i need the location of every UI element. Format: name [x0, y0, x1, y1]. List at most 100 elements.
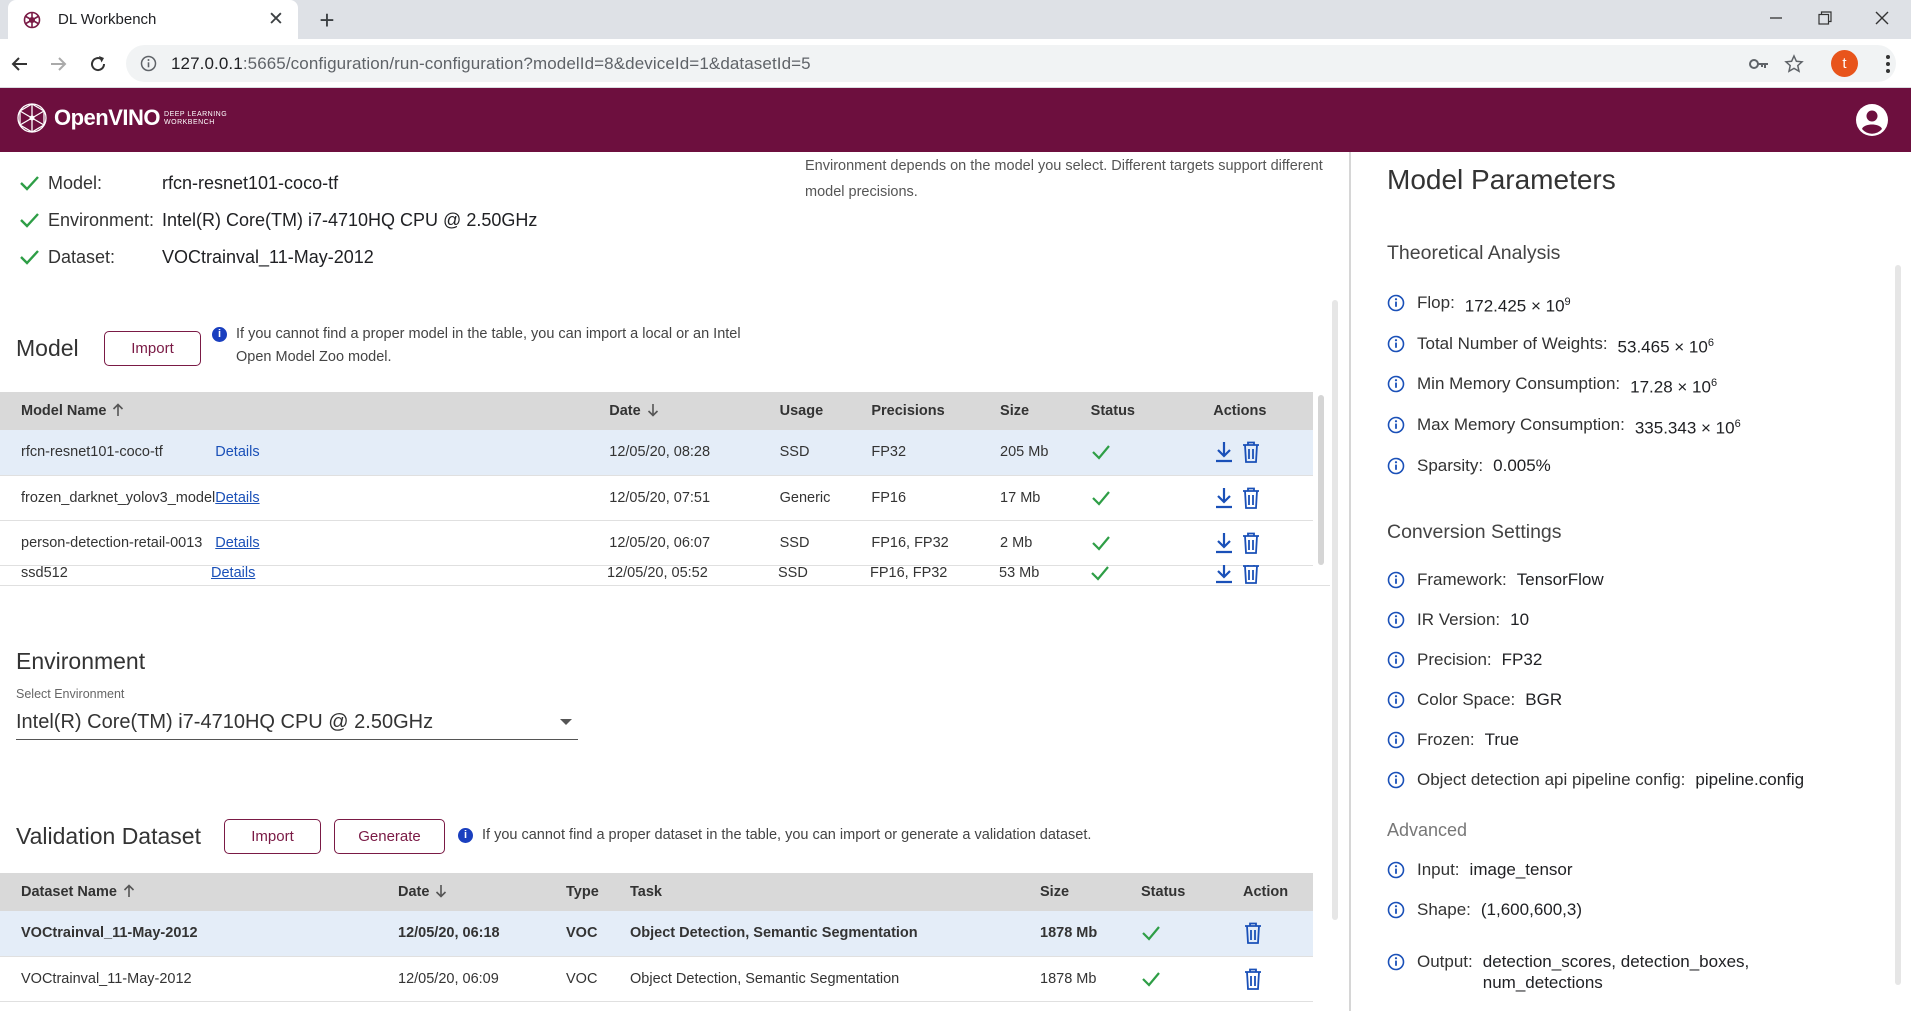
param-value: image_tensor [1469, 860, 1573, 879]
import-dataset-button[interactable]: Import [224, 819, 321, 854]
details-link[interactable]: Details [211, 565, 255, 581]
brand-subtitle: DEEP LEARNING WORKBENCH [164, 111, 228, 126]
param-framework: Framework: TensorFlow [1387, 569, 1604, 590]
table-row[interactable]: ssd512 Details 12/05/20, 05:52 SSD FP16,… [0, 565, 1313, 585]
chevron-down-icon [560, 719, 572, 725]
brand-name: OpenVINO [54, 105, 161, 130]
col-date[interactable]: Date [398, 873, 566, 911]
close-tab-icon[interactable]: ✕ [266, 9, 286, 30]
info-circle-icon[interactable] [1387, 861, 1405, 879]
generate-dataset-button[interactable]: Generate [334, 819, 445, 854]
download-icon[interactable] [1213, 531, 1235, 555]
openvino-logo[interactable]: OpenVINO DEEP LEARNING WORKBENCH [14, 96, 227, 140]
details-link[interactable]: Details [215, 490, 259, 506]
main-scrollbar[interactable] [1332, 300, 1338, 920]
model-table-bottom-border [0, 585, 1330, 586]
import-model-button[interactable]: Import [104, 331, 201, 366]
advanced-heading: Advanced [1387, 820, 1468, 840]
precisions-cell: FP32 [871, 430, 1001, 476]
info-circle-icon[interactable] [1387, 901, 1405, 919]
download-icon[interactable] [1213, 486, 1235, 510]
param-label: Precision: [1417, 650, 1492, 669]
user-account-icon[interactable] [1854, 102, 1890, 138]
col-dataset-name[interactable]: Dataset Name [0, 873, 398, 911]
delete-icon[interactable] [1243, 967, 1265, 991]
info-circle-icon[interactable] [1387, 953, 1405, 971]
info-circle-icon[interactable] [1387, 771, 1405, 789]
col-task[interactable]: Task [630, 873, 1040, 911]
browser-menu-icon[interactable] [1878, 49, 1898, 79]
details-link[interactable]: Details [215, 535, 259, 551]
table-row[interactable]: VOCtrainval_11-May-2012 12/05/20, 06:09 … [0, 956, 1313, 1002]
info-circle-icon[interactable] [1387, 335, 1405, 353]
browser-tab[interactable]: DL Workbench ✕ [8, 0, 298, 39]
param-precision: Precision: FP32 [1387, 649, 1542, 670]
reload-icon[interactable] [82, 48, 114, 80]
address-bar[interactable]: 127.0.0.1:5665/configuration/run-configu… [126, 45, 1896, 82]
forward-arrow-icon[interactable] [42, 48, 74, 80]
param-value: (1,600,600,3) [1480, 900, 1583, 919]
download-icon[interactable] [1213, 440, 1235, 464]
model-table-scrollbar[interactable] [1318, 395, 1324, 565]
param-label: Output: [1417, 952, 1473, 971]
info-circle-icon[interactable] [1387, 611, 1405, 629]
summary-environment: Environment: Intel(R) Core(TM) i7-4710HQ… [18, 209, 537, 231]
details-link[interactable]: Details [215, 444, 259, 460]
environment-select[interactable]: Intel(R) Core(TM) i7-4710HQ CPU @ 2.50GH… [16, 705, 578, 740]
restore-icon[interactable] [1796, 0, 1854, 36]
sort-desc-icon [436, 885, 447, 898]
panel-title: Model Parameters [1387, 164, 1616, 195]
col-model-name[interactable]: Model Name [0, 392, 216, 430]
usage-cell: Generic [779, 475, 872, 521]
delete-icon[interactable] [1241, 531, 1263, 555]
date-cell: 12/05/20, 06:07 [609, 520, 780, 566]
table-row[interactable]: rfcn-resnet101-coco-tf Details 12/05/20,… [0, 430, 1313, 476]
param-label: Input: [1417, 860, 1460, 879]
dataset-table-header: Dataset Name Date Type Task Size Status … [0, 873, 1313, 911]
col-usage[interactable]: Usage [779, 392, 872, 430]
info-circle-icon[interactable] [1387, 457, 1405, 475]
size-cell: 2 Mb [1000, 520, 1091, 566]
col-status[interactable]: Status [1141, 873, 1243, 911]
panel-scrollbar[interactable] [1895, 265, 1901, 985]
bookmark-star-icon[interactable] [1778, 45, 1810, 82]
close-window-icon[interactable] [1853, 0, 1911, 36]
summary-dataset-label: Dataset: [48, 246, 116, 267]
delete-icon[interactable] [1241, 565, 1263, 585]
profile-avatar[interactable]: t [1831, 50, 1858, 77]
sort-asc-icon [113, 403, 124, 416]
col-date[interactable]: Date [609, 392, 780, 430]
info-circle-icon[interactable] [1387, 691, 1405, 709]
url-text: 127.0.0.1:5665/configuration/run-configu… [171, 53, 811, 73]
delete-icon[interactable] [1241, 486, 1263, 510]
param-input: Input: image_tensor [1387, 859, 1573, 880]
param-frozen: Frozen: True [1387, 729, 1519, 750]
col-precisions[interactable]: Precisions [871, 392, 1001, 430]
table-row[interactable]: person-detection-retail-0013 Details 12/… [0, 520, 1313, 566]
site-info-icon[interactable] [140, 55, 157, 72]
dataset-section-title: Validation Dataset [16, 823, 201, 849]
key-icon[interactable] [1743, 45, 1775, 82]
table-row[interactable]: frozen_darknet_yolov3_model Details 12/0… [0, 475, 1313, 521]
param-value: 10 [1510, 610, 1530, 629]
new-tab-icon[interactable]: + [312, 5, 342, 35]
back-arrow-icon[interactable] [4, 48, 36, 80]
info-circle-icon[interactable] [1387, 294, 1405, 312]
info-circle-icon[interactable] [1387, 651, 1405, 669]
table-row[interactable]: VOCtrainval_11-May-2012 12/05/20, 06:18 … [0, 911, 1313, 957]
info-circle-icon[interactable] [1387, 416, 1405, 434]
col-size[interactable]: Size [1000, 392, 1091, 430]
col-status[interactable]: Status [1090, 392, 1214, 430]
model-table-header: Model Name Date Usage Precisions Size St… [0, 392, 1313, 430]
col-size[interactable]: Size [1040, 873, 1141, 911]
info-circle-icon[interactable] [1387, 731, 1405, 749]
info-circle-icon[interactable] [1387, 375, 1405, 393]
delete-icon[interactable] [1241, 440, 1263, 464]
download-icon[interactable] [1213, 565, 1235, 585]
check-icon [18, 246, 40, 268]
status-ok-icon [1090, 475, 1214, 521]
col-type[interactable]: Type [566, 873, 630, 911]
info-circle-icon[interactable] [1387, 571, 1405, 589]
delete-icon[interactable] [1243, 921, 1265, 945]
model-info-note: i If you cannot find a proper model in t… [212, 323, 792, 369]
